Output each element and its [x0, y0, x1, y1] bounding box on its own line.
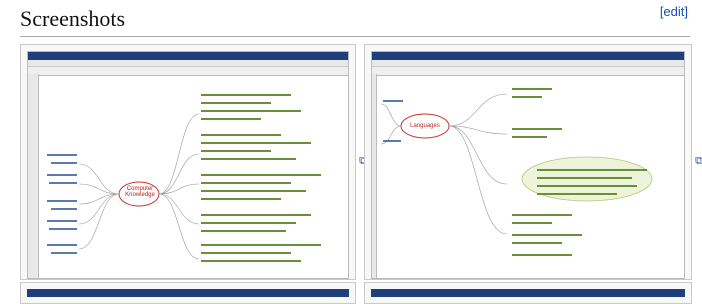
window-menubar — [372, 60, 684, 67]
left-toolbar — [28, 74, 39, 278]
section-heading: Screenshots — [20, 6, 126, 31]
screenshot-1: Computer Knowledge — [27, 51, 349, 279]
mindmap-canvas: Computer Knowledge — [39, 74, 348, 278]
magnify-icon[interactable]: ⧉ — [695, 155, 702, 168]
screenshot-thumbnail-2[interactable]: Languages ⧉ — [364, 44, 702, 280]
central-node-label: Languages — [410, 123, 440, 129]
window-titlebar — [371, 289, 685, 297]
window-titlebar — [372, 52, 684, 60]
window-titlebar — [27, 289, 349, 297]
edit-link[interactable]: [edit] — [660, 4, 688, 19]
screenshot-thumbnail-4[interactable] — [364, 282, 692, 304]
screenshot-thumbnail-1[interactable]: Computer Knowledge ⧉ — [20, 44, 367, 280]
mindmap-drawing — [380, 88, 653, 256]
mindmap-canvas: Languages — [377, 74, 684, 278]
window-titlebar — [28, 52, 348, 60]
mindmap-drawing — [47, 94, 321, 262]
central-node-label: Computer Knowledge — [125, 186, 155, 198]
heading-rule — [20, 36, 690, 37]
screenshot-thumbnail-3[interactable] — [20, 282, 356, 304]
screenshot-2: Languages — [371, 51, 685, 279]
window-menubar — [28, 60, 348, 67]
